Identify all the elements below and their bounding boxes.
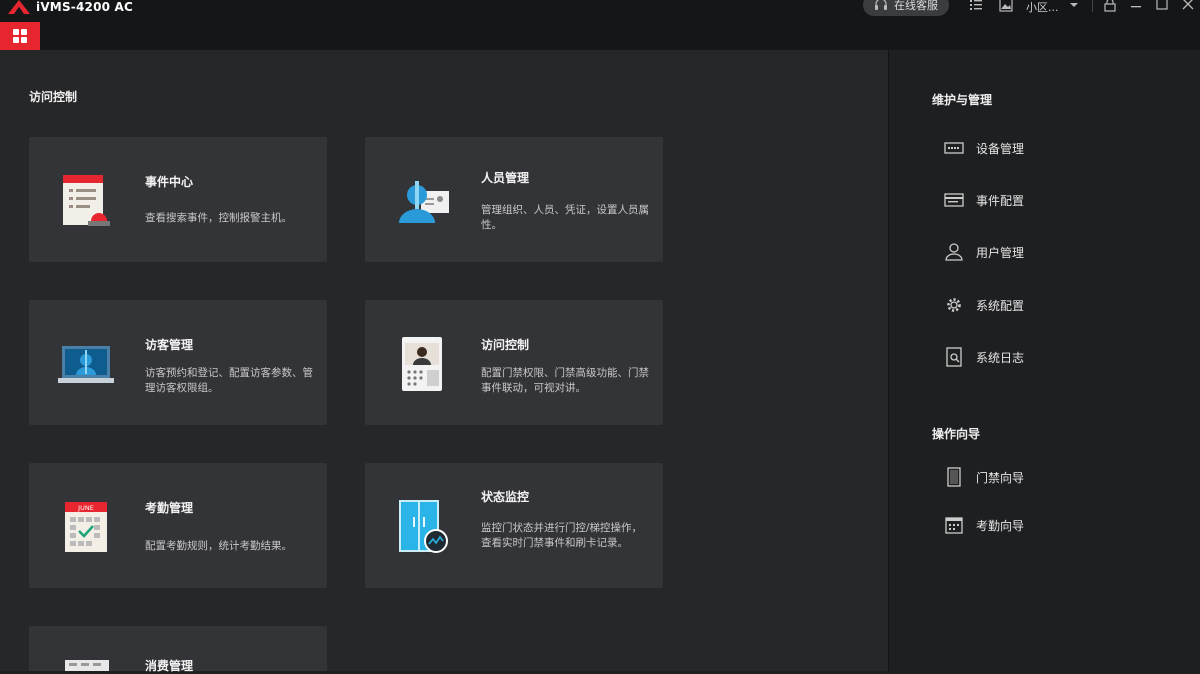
card-description: 监控门状态并进行门控/梯控操作，查看实时门禁事件和刷卡记录。 — [481, 522, 643, 549]
gear-icon — [947, 298, 961, 312]
menu-event-config[interactable]: 事件配置 — [944, 189, 1024, 211]
card-title: 状态监控 — [481, 490, 530, 504]
card-description: 查看搜索事件，控制报警主机。 — [145, 212, 292, 224]
card-title: 访客管理 — [145, 338, 194, 352]
card-description: 配置门禁权限、门禁高级功能、门禁事件联动，可视对讲。 — [481, 367, 649, 394]
log-icon — [946, 347, 962, 367]
visitor-management-icon — [58, 346, 114, 383]
card-title: 人员管理 — [481, 171, 530, 185]
card-description: 访客预约和登记、配置访客参数、管理访客权限组。 — [145, 367, 313, 394]
card-description: 管理组织、人员、凭证，设置人员属性。 — [481, 204, 649, 231]
chevron-down-icon[interactable] — [1067, 0, 1081, 12]
event-config-icon — [944, 193, 964, 207]
menu-label: 设备管理 — [976, 141, 1025, 156]
user-menu[interactable]: 小区... — [1026, 0, 1059, 15]
card-status-monitoring[interactable]: 状态监控 监控门状态并进行门控/梯控操作，查看实时门禁事件和刷卡记录。 — [365, 463, 663, 588]
app-title: iVMS-4200 AC — [36, 0, 134, 14]
user-icon — [945, 243, 963, 261]
menu-device-management[interactable]: 设备管理 — [944, 137, 1024, 159]
close-icon[interactable] — [1181, 0, 1195, 12]
card-event-center[interactable]: 事件中心 查看搜索事件，控制报警主机。 — [29, 137, 327, 262]
online-support-button[interactable]: 在线客服 — [863, 0, 949, 16]
section-title: 访问控制 — [29, 90, 78, 104]
lock-icon[interactable] — [1103, 0, 1117, 12]
hikvision-logo-icon — [8, 0, 30, 14]
headset-icon — [875, 0, 887, 10]
card-visitor-management[interactable]: 访客管理 访客预约和登记、配置访客参数、管理访客权限组。 — [29, 300, 327, 425]
card-person-management[interactable]: 人员管理 管理组织、人员、凭证，设置人员属性。 — [365, 137, 663, 262]
image-icon[interactable] — [999, 0, 1013, 12]
card-access-control[interactable]: 访问控制 配置门禁权限、门禁高级功能、门禁事件联动，可视对讲。 — [365, 300, 663, 425]
card-title: 考勤管理 — [145, 501, 194, 515]
grid-icon — [13, 29, 27, 43]
menu-label: 考勤向导 — [976, 518, 1025, 533]
calendar-guide-icon — [945, 517, 963, 534]
app-logo: iVMS-4200 AC — [8, 0, 133, 14]
minimize-icon[interactable] — [1129, 0, 1143, 12]
card-description: 配置考勤规则，统计考勤结果。 — [145, 540, 292, 552]
card-attendance-management[interactable]: JUNE 考勤管理 配置考勤规则，统计考勤结果。 — [29, 463, 327, 588]
maximize-icon[interactable] — [1155, 0, 1169, 12]
menu-system-log[interactable]: 系统日志 — [944, 346, 1024, 368]
menu-door-guide[interactable]: 门禁向导 — [944, 466, 1024, 488]
title-bar: iVMS-4200 AC 在线客服 小区... — [0, 0, 1200, 50]
consumption-icon — [65, 660, 109, 671]
menu-label: 系统日志 — [976, 350, 1025, 365]
menu-label: 系统配置 — [976, 298, 1025, 313]
calendar-month: JUNE — [77, 504, 94, 512]
menu-user-management[interactable]: 用户管理 — [944, 241, 1024, 263]
menu-label: 事件配置 — [976, 193, 1025, 208]
menu-attendance-guide[interactable]: 考勤向导 — [944, 514, 1024, 536]
calendar-icon: JUNE — [65, 502, 107, 552]
card-title: 消费管理 — [145, 659, 194, 673]
maintenance-title: 维护与管理 — [932, 93, 993, 107]
intercom-icon — [402, 337, 442, 391]
menu-system-config[interactable]: 系统配置 — [944, 294, 1024, 316]
door-icon — [947, 467, 961, 487]
device-icon — [944, 142, 964, 154]
list-icon[interactable] — [969, 0, 983, 12]
toolbar-divider — [1092, 0, 1093, 12]
door-monitor-icon — [399, 500, 448, 553]
menu-label: 用户管理 — [976, 245, 1025, 260]
home-button[interactable] — [0, 22, 40, 50]
menu-label: 门禁向导 — [976, 470, 1025, 485]
card-title: 事件中心 — [145, 175, 194, 189]
card-title: 访问控制 — [481, 338, 530, 352]
event-center-icon — [63, 175, 110, 226]
card-consumption-management[interactable]: 消费管理 — [29, 626, 327, 673]
person-management-icon — [399, 181, 449, 223]
online-support-label: 在线客服 — [894, 0, 938, 12]
right-panel — [889, 50, 1200, 671]
guide-title: 操作向导 — [932, 427, 981, 441]
